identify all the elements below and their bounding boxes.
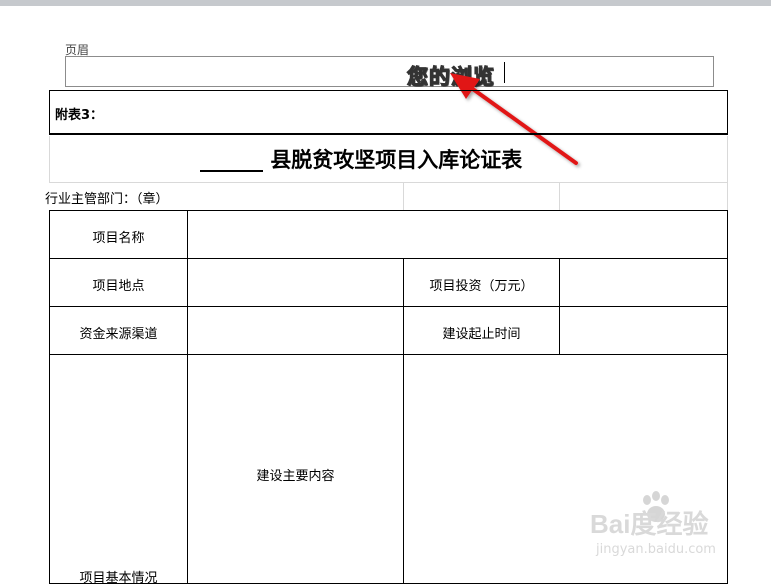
project-investment-label-cell[interactable]: 项目投资（万元）: [403, 258, 560, 307]
title-blank: ______: [200, 147, 263, 172]
basic-info-label-cell[interactable]: 项目基本情况: [49, 354, 188, 586]
project-name-label: 项目名称: [92, 231, 145, 246]
department-row: 行业主管部门：（章）: [45, 182, 728, 210]
project-name-label-cell[interactable]: 项目名称: [49, 210, 188, 259]
main-content-label: 建设主要内容: [256, 469, 335, 484]
construction-period-label-cell[interactable]: 建设起止时间: [403, 306, 560, 355]
project-investment-value-cell[interactable]: [559, 258, 728, 307]
annex-row: 附表3：: [49, 90, 728, 135]
project-location-label: 项目地点: [92, 279, 145, 294]
form-title: ______ 县脱贫攻坚项目入库论证表: [200, 144, 522, 174]
project-location-value-cell[interactable]: [187, 258, 404, 307]
header-edit-box[interactable]: 您的浏览: [65, 56, 714, 90]
project-investment-label: 项目投资（万元）: [429, 279, 534, 294]
project-name-value-cell[interactable]: [187, 210, 728, 259]
watermark-brand: Bai度经验: [590, 509, 709, 539]
gridline: [403, 182, 404, 210]
department-label: 行业主管部门：（章）: [45, 192, 169, 207]
construction-period-label: 建设起止时间: [442, 327, 521, 342]
annex-label: 附表3：: [55, 108, 104, 123]
fund-source-label: 资金来源渠道: [79, 327, 158, 342]
watermark-url: jingyan.baidu.com: [596, 542, 716, 557]
title-main: 县脱贫攻坚项目入库论证表: [270, 147, 523, 172]
baidu-jingyan-watermark: Bai度经验 jingyan.baidu.com: [590, 490, 740, 570]
gridline: [49, 182, 728, 183]
fund-source-label-cell[interactable]: 资金来源渠道: [49, 306, 188, 355]
title-row: ______ 县脱贫攻坚项目入库论证表: [49, 136, 728, 182]
fund-source-value-cell[interactable]: [187, 306, 404, 355]
window-top-bar: [0, 0, 771, 6]
project-location-label-cell[interactable]: 项目地点: [49, 258, 188, 307]
construction-period-value-cell[interactable]: [559, 306, 728, 355]
gridline: [559, 182, 560, 210]
main-content-label-cell[interactable]: 建设主要内容: [187, 354, 404, 584]
gridline: [727, 136, 728, 210]
basic-info-label: 项目基本情况: [79, 571, 158, 586]
